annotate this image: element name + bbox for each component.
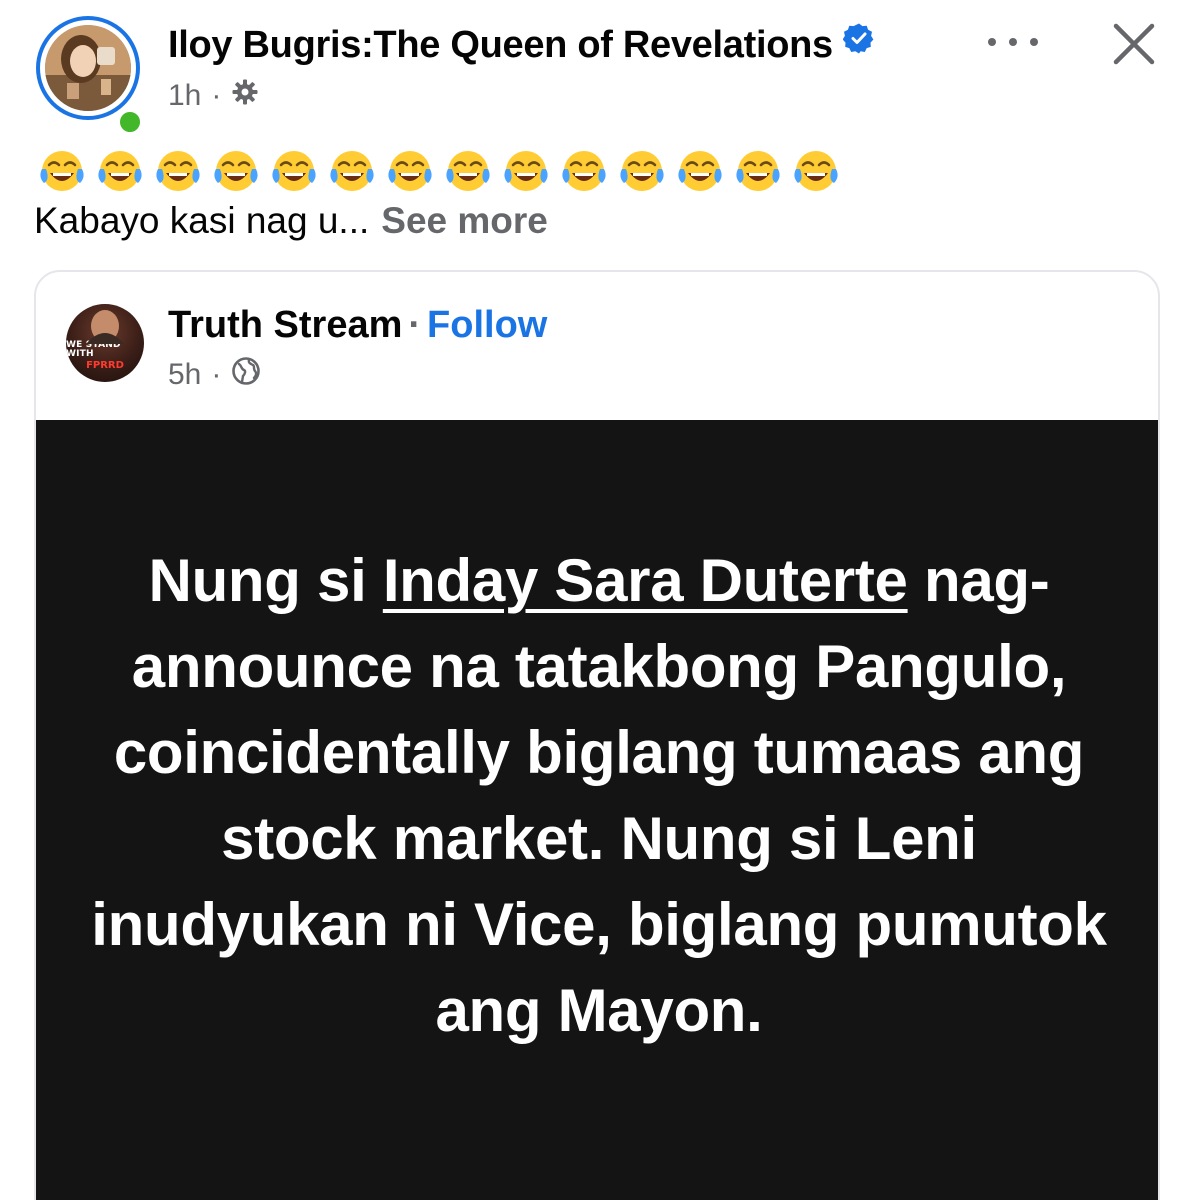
more-icon-dot	[1030, 38, 1038, 46]
author-name-text[interactable]: Iloy Bugris:The Queen of Revelations	[168, 24, 833, 66]
face-with-tears-of-joy-icon	[208, 148, 264, 196]
emoji-row	[34, 148, 844, 196]
face-with-tears-of-joy-icon	[556, 148, 612, 196]
shared-post-time[interactable]: 5h	[168, 358, 201, 392]
post-meta: 1h ·	[168, 78, 259, 114]
shared-meta-separator: ·	[211, 358, 222, 391]
close-button[interactable]	[1110, 20, 1158, 68]
follow-button[interactable]: Follow	[427, 304, 547, 346]
image-text-lead: Nung si	[148, 547, 383, 614]
face-with-tears-of-joy-icon	[266, 148, 322, 196]
globe-icon[interactable]	[231, 356, 261, 394]
page-avatar[interactable]: WE STAND WITH FPRRD	[66, 304, 144, 382]
post-caption: Kabayo kasi nag u... See more	[34, 200, 548, 242]
face-with-tears-of-joy-icon	[498, 148, 554, 196]
page-avatar-figure	[86, 310, 124, 344]
image-text-body: nag-announce na tatakbong Pangulo, coinc…	[91, 547, 1107, 1044]
face-with-tears-of-joy-icon	[382, 148, 438, 196]
face-with-tears-of-joy-icon	[150, 148, 206, 196]
face-with-tears-of-joy-icon	[34, 148, 90, 196]
page-name[interactable]: Truth Stream	[168, 304, 402, 346]
online-status-dot	[116, 108, 144, 136]
more-icon-dot	[988, 38, 996, 46]
avatar-image	[45, 25, 131, 111]
shared-post-meta: 5h ·	[168, 356, 261, 394]
face-with-tears-of-joy-icon	[440, 148, 496, 196]
facebook-post: Iloy Bugris:The Queen of Revelations 1h …	[0, 0, 1195, 1200]
verified-badge-icon	[842, 21, 875, 64]
shared-page-header: Truth Stream · Follow	[168, 304, 547, 347]
post-image[interactable]: Nung si Inday Sara Duterte nag-announce …	[36, 420, 1158, 1200]
face-with-tears-of-joy-icon	[614, 148, 670, 196]
post-image-text: Nung si Inday Sara Duterte nag-announce …	[76, 538, 1122, 1054]
face-with-tears-of-joy-icon	[788, 148, 844, 196]
face-with-tears-of-joy-icon	[324, 148, 380, 196]
author-avatar[interactable]	[36, 16, 146, 136]
image-text-highlight: Inday Sara Duterte	[382, 547, 908, 614]
author-name[interactable]: Iloy Bugris:The Queen of Revelations	[168, 21, 875, 67]
gear-icon[interactable]	[231, 78, 259, 114]
face-with-tears-of-joy-icon	[730, 148, 786, 196]
meta-separator: ·	[211, 79, 222, 112]
avatar-illustration	[45, 25, 131, 111]
face-with-tears-of-joy-icon	[672, 148, 728, 196]
caption-text: Kabayo kasi nag u...	[34, 200, 370, 241]
face-with-tears-of-joy-icon	[92, 148, 148, 196]
more-icon-dot	[1009, 38, 1017, 46]
post-time[interactable]: 1h	[168, 79, 201, 113]
see-more-link[interactable]: See more	[381, 200, 548, 241]
shared-post-card[interactable]: WE STAND WITH FPRRD Truth Stream · Follow …	[34, 270, 1160, 1200]
page-name-separator: ·	[408, 304, 422, 346]
close-icon	[1113, 23, 1155, 65]
more-options-button[interactable]	[988, 30, 1038, 54]
page-avatar-text-2: FPRRD	[86, 360, 124, 371]
